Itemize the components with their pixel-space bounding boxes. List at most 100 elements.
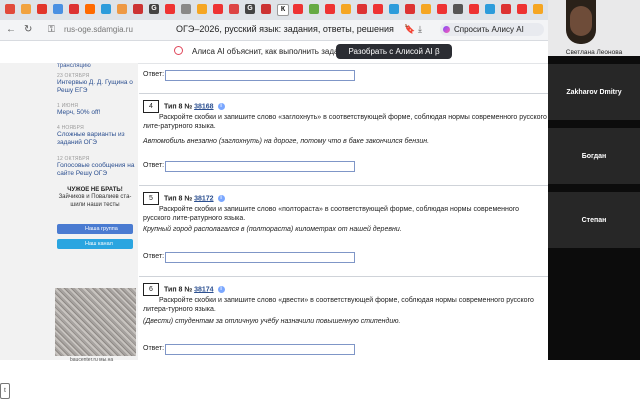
tab-favicon[interactable] — [69, 4, 79, 14]
participant-tile[interactable]: Zakharov Dmitry — [548, 64, 640, 122]
tab-favicon[interactable]: G — [245, 4, 255, 14]
news-title[interactable]: Голосовые сообщения на сайте Решу ОГЭ — [57, 162, 135, 178]
divider — [139, 185, 548, 186]
news-item[interactable]: 4 ноября Сложные варианты из заданий ОГЭ — [57, 125, 135, 147]
lock-icon[interactable]: ⚿ — [48, 24, 55, 35]
participant-name: Степан — [581, 217, 607, 224]
tab-favicon[interactable] — [373, 4, 383, 14]
tab-favicon[interactable] — [421, 4, 431, 14]
alice-banner-text: Алиса AI объяснит, как выполнить задание — [192, 47, 352, 56]
tab-favicon[interactable]: К — [277, 4, 289, 16]
telegram-channel-label: Наш канал — [85, 241, 113, 247]
tab-favicon[interactable] — [229, 4, 239, 14]
self-video-tile[interactable]: Светлана Леонова — [548, 0, 640, 58]
task-instruction: Раскройте скобки и запишите слово «двест… — [143, 297, 534, 313]
participant-tile[interactable]: Степан — [548, 192, 640, 250]
task-type-label: Тип 8 № — [164, 195, 193, 203]
alice-icon — [443, 26, 450, 33]
participant-tile[interactable]: Богдан — [548, 128, 640, 186]
tab-favicon[interactable] — [85, 4, 95, 14]
info-icon[interactable]: i — [217, 195, 225, 202]
vk-group-label: Наша группа — [85, 226, 118, 232]
task-header: Тип 8 № 38168 i — [164, 103, 225, 110]
tab-favicon[interactable] — [53, 4, 63, 14]
news-title[interactable]: Сложные варианты из заданий ОГЭ — [57, 131, 135, 147]
participant-name: Zakharov Dmitry — [566, 89, 622, 96]
answer-label: Ответ: — [143, 162, 165, 169]
download-icon[interactable]: ⤓ — [418, 24, 422, 35]
tab-favicon[interactable] — [389, 4, 399, 14]
warning-text[interactable]: Зайчиков и Повалиев ста-шили наши тесты — [54, 193, 136, 209]
ad-caption[interactable]: baucenter.ru мы.на — [70, 357, 113, 363]
tab-favicon[interactable] — [533, 4, 543, 14]
telegram-channel-button[interactable]: Наш канал — [57, 239, 133, 249]
tab-favicon[interactable] — [293, 4, 303, 14]
task-header: Тип 8 № 38172 i — [164, 195, 225, 202]
tab-favicon[interactable] — [213, 4, 223, 14]
tab-favicon[interactable] — [133, 4, 143, 14]
news-item[interactable]: 1 июня Мерч, 50% off! — [57, 103, 135, 117]
self-video-face — [570, 6, 592, 36]
answer-row: Ответ: — [143, 252, 355, 263]
info-icon[interactable]: i — [217, 286, 225, 293]
task-instruction: Раскройте скобки и запишите слово «полто… — [143, 206, 520, 222]
answer-input[interactable] — [165, 252, 355, 263]
task-type-label: Тип 8 № — [164, 103, 193, 111]
tab-favicon[interactable] — [437, 4, 447, 14]
reload-icon[interactable]: ↻ — [24, 24, 32, 35]
url-text[interactable]: rus-oge.sdamgia.ru — [64, 25, 133, 34]
news-title[interactable]: Мерч, 50% off! — [57, 109, 135, 117]
tab-favicon[interactable] — [165, 4, 175, 14]
task-number: 4 — [143, 100, 159, 113]
bookmark-icon[interactable]: 🔖 — [404, 24, 415, 35]
address-bar: ← ↻ ⚿ rus-oge.sdamgia.ru ОГЭ–2026, русск… — [0, 20, 548, 41]
task-id-link[interactable]: 38172 — [194, 195, 213, 202]
tab-favicon[interactable] — [117, 4, 127, 14]
alice-banner: Алиса AI объяснит, как выполнить задание… — [0, 41, 548, 64]
task-instruction: Раскройте скобки и запишите слово «загло… — [143, 114, 547, 130]
tab-favicon[interactable]: G — [149, 4, 159, 14]
tab-favicon[interactable] — [485, 4, 495, 14]
analyze-with-alice-button[interactable]: Разобрать с Алисой AI β — [336, 44, 452, 59]
news-item[interactable]: 23 октября Интервью Д. Д. Гущина о Решу … — [57, 73, 135, 95]
tab-favicon[interactable] — [453, 4, 463, 14]
answer-input[interactable] — [165, 70, 355, 81]
task-id-link[interactable]: 38174 — [194, 286, 213, 293]
news-link[interactable]: трансляцию — [57, 63, 91, 69]
ask-alice-label: Спросить Алису AI — [454, 25, 524, 34]
tab-favicon[interactable] — [21, 4, 31, 14]
tab-favicon[interactable] — [5, 4, 15, 14]
task-id-link[interactable]: 38168 — [194, 103, 213, 110]
tab-favicon[interactable] — [469, 4, 479, 14]
answer-row: Ответ: — [143, 70, 355, 81]
info-icon[interactable]: i — [217, 103, 225, 110]
ad-image[interactable] — [55, 288, 136, 356]
news-item[interactable]: 12 октября Голосовые сообщения на сайте … — [57, 156, 135, 178]
tab-favicon[interactable] — [261, 4, 271, 14]
tab-favicon[interactable] — [101, 4, 111, 14]
page-tab-title: ОГЭ–2026, русский язык: задания, ответы,… — [176, 24, 394, 34]
answer-row: Ответ: — [143, 161, 355, 172]
tab-favicon[interactable] — [341, 4, 351, 14]
tab-favicon[interactable] — [357, 4, 367, 14]
tab-favicon[interactable] — [325, 4, 335, 14]
tab-favicon[interactable] — [405, 4, 415, 14]
tab-favicon[interactable] — [197, 4, 207, 14]
participant-name: Богдан — [581, 153, 607, 160]
answer-input[interactable] — [165, 344, 355, 355]
answer-input[interactable] — [165, 161, 355, 172]
tab-favicon[interactable] — [501, 4, 511, 14]
side-tab-handle[interactable]: t — [0, 383, 10, 399]
answer-row: Ответ: — [143, 344, 355, 355]
vk-group-button[interactable]: Наша группа — [57, 224, 133, 234]
tab-favicon[interactable] — [517, 4, 527, 14]
tab-favicon[interactable] — [37, 4, 47, 14]
tab-favicon[interactable] — [309, 4, 319, 14]
video-call-panel: Светлана Леонова Zakharov Dmitry Богдан … — [548, 0, 640, 360]
task-number: 5 — [143, 192, 159, 205]
task-type-label: Тип 8 № — [164, 286, 193, 294]
tab-favicon[interactable] — [181, 4, 191, 14]
news-title[interactable]: Интервью Д. Д. Гущина о Решу ЕГЭ — [57, 79, 135, 95]
back-icon[interactable]: ← — [6, 24, 16, 35]
ask-alice-button[interactable]: Спросить Алису AI — [440, 23, 544, 36]
